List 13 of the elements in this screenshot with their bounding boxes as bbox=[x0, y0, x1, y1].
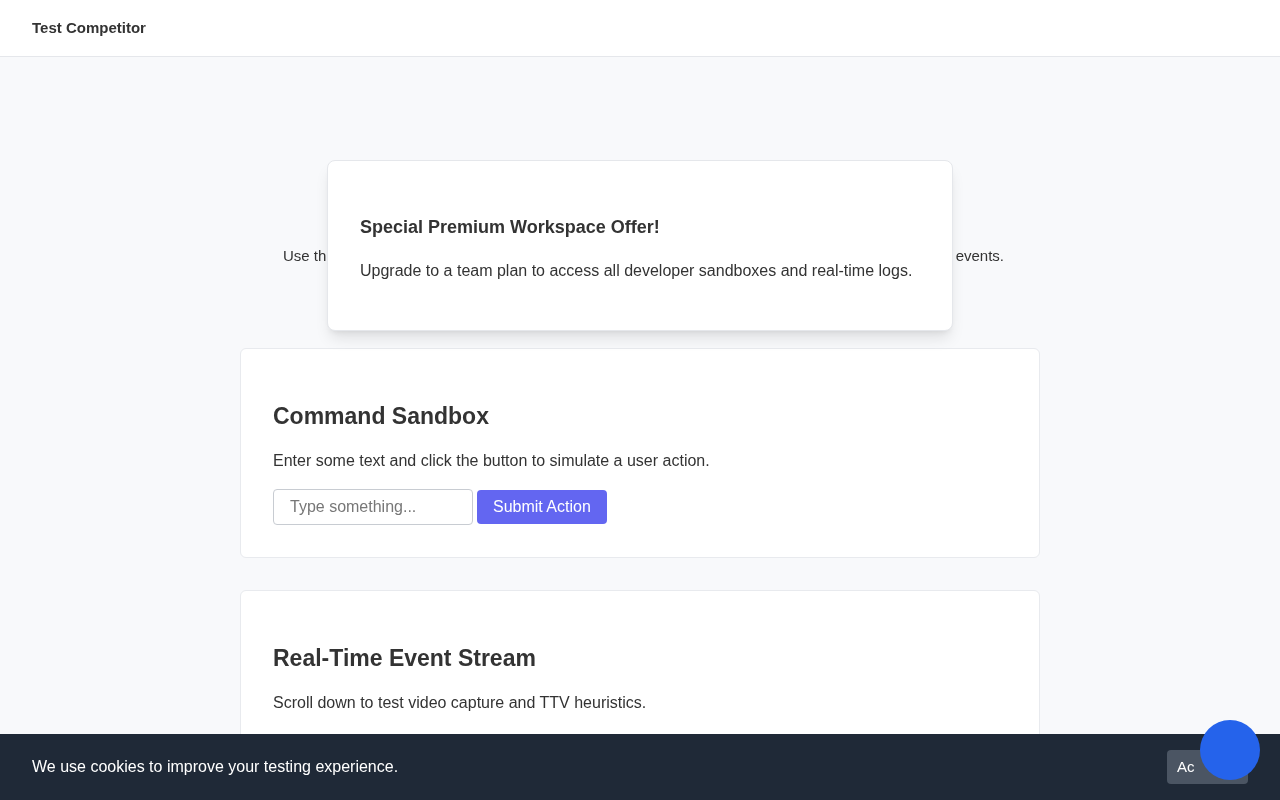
site-title: Test Competitor bbox=[32, 17, 146, 38]
card-text: Scroll down to test video capture and TTV heuristics. bbox=[273, 693, 648, 713]
card-title: Command Sandbox bbox=[273, 402, 490, 431]
popup-title: Special Premium Workspace Offer! bbox=[360, 216, 661, 238]
card-title: Real-Time Event Stream bbox=[273, 644, 537, 673]
chat-button[interactable] bbox=[1200, 720, 1260, 780]
text-input[interactable]: Type something... bbox=[273, 489, 473, 525]
popup-text: Upgrade to a team plan to access all developer sandboxes and real-time logs. bbox=[360, 261, 914, 281]
submit-button[interactable]: Submit Action bbox=[477, 490, 607, 524]
cookie-message: We use cookies to improve your testing experience. bbox=[32, 757, 399, 777]
intro-text: Use th bbox=[283, 246, 327, 266]
intro-text: events. bbox=[955, 246, 1004, 266]
card-text: Enter some text and click the button to simulate a user action. bbox=[273, 451, 711, 471]
